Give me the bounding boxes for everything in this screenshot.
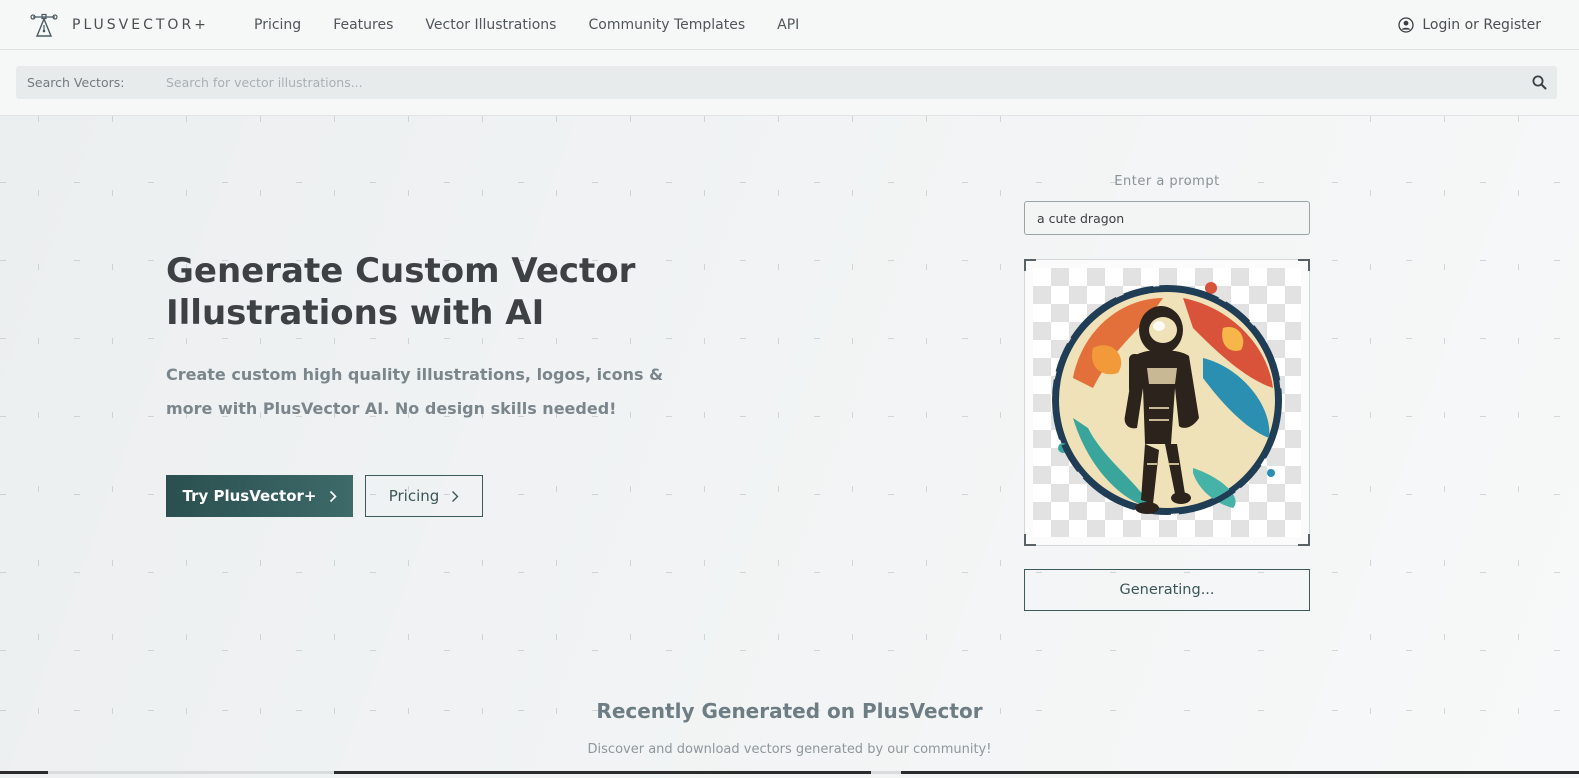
grid-line — [334, 116, 335, 778]
grid-line — [408, 116, 409, 778]
search-icon — [1532, 75, 1546, 90]
brand[interactable]: PLUSVECTOR+ — [30, 10, 209, 40]
main-nav: Pricing Features Vector Illustrations Co… — [254, 0, 831, 50]
gallery-thumb-edge — [871, 771, 901, 774]
pricing-button-label: Pricing — [388, 487, 440, 505]
hero-title: Generate Custom Vector Illustrations wit… — [166, 251, 636, 333]
grid-line — [186, 116, 187, 778]
recent-section-title: Recently Generated on PlusVector — [596, 699, 983, 723]
generated-preview — [1024, 259, 1310, 546]
nav-link-api[interactable]: API — [777, 17, 799, 33]
grid-line — [0, 572, 1579, 573]
search-section: Search Vectors: — [0, 50, 1579, 116]
search-bar: Search Vectors: — [16, 66, 1557, 99]
grid-line — [778, 116, 779, 778]
gallery-thumb-edge — [901, 771, 1579, 774]
top-navigation: PLUSVECTOR+ Pricing Features Vector Illu… — [0, 0, 1579, 50]
grid-line — [0, 338, 1579, 339]
pricing-button[interactable]: Pricing — [365, 475, 483, 517]
grid-line — [1518, 116, 1519, 778]
user-circle-icon — [1398, 17, 1415, 33]
gallery-preview-strip — [0, 770, 1579, 778]
grid-line — [1444, 116, 1445, 778]
gallery-thumb-edge — [0, 771, 48, 774]
hero-subtitle: Create custom high quality illustrations… — [166, 365, 664, 418]
grid-line — [0, 650, 1579, 651]
grid-line — [556, 116, 557, 778]
nav-link-vector-illustrations[interactable]: Vector Illustrations — [425, 17, 556, 33]
grid-line — [704, 116, 705, 778]
login-label: Login or Register — [1422, 17, 1541, 33]
search-label: Search Vectors: — [27, 75, 125, 90]
grid-line — [1000, 116, 1001, 778]
search-input[interactable] — [164, 66, 1521, 99]
search-button[interactable] — [1521, 66, 1557, 99]
try-plusvector-button[interactable]: Try PlusVector+ — [166, 475, 353, 517]
pen-nib-logo-icon — [30, 13, 58, 37]
gallery-thumb-edge — [48, 771, 334, 774]
prompt-label: Enter a prompt — [1114, 174, 1220, 189]
grid-line — [482, 116, 483, 778]
gallery-thumb-edge — [334, 771, 871, 774]
grid-line — [38, 116, 39, 778]
astronaut-illustration — [1052, 282, 1282, 515]
login-register-link[interactable]: Login or Register — [1398, 0, 1541, 50]
grid-line — [1370, 116, 1371, 778]
grid-line — [852, 116, 853, 778]
grid-line — [630, 116, 631, 778]
grid-line — [260, 116, 261, 778]
brand-name: PLUSVECTOR+ — [72, 17, 209, 33]
nav-link-community-templates[interactable]: Community Templates — [588, 17, 745, 33]
chevron-right-icon — [329, 490, 337, 502]
nav-link-features[interactable]: Features — [333, 17, 393, 33]
grid-line — [0, 182, 1579, 183]
chevron-right-icon — [452, 490, 459, 502]
grid-line — [926, 116, 927, 778]
prompt-input[interactable] — [1024, 201, 1310, 235]
nav-link-pricing[interactable]: Pricing — [254, 17, 301, 33]
recent-section-subtitle: Discover and download vectors generated … — [587, 742, 992, 757]
grid-line — [112, 116, 113, 778]
generating-status-button[interactable]: Generating... — [1024, 569, 1310, 611]
try-plusvector-label: Try PlusVector+ — [182, 487, 317, 505]
hero-background — [0, 116, 1579, 778]
